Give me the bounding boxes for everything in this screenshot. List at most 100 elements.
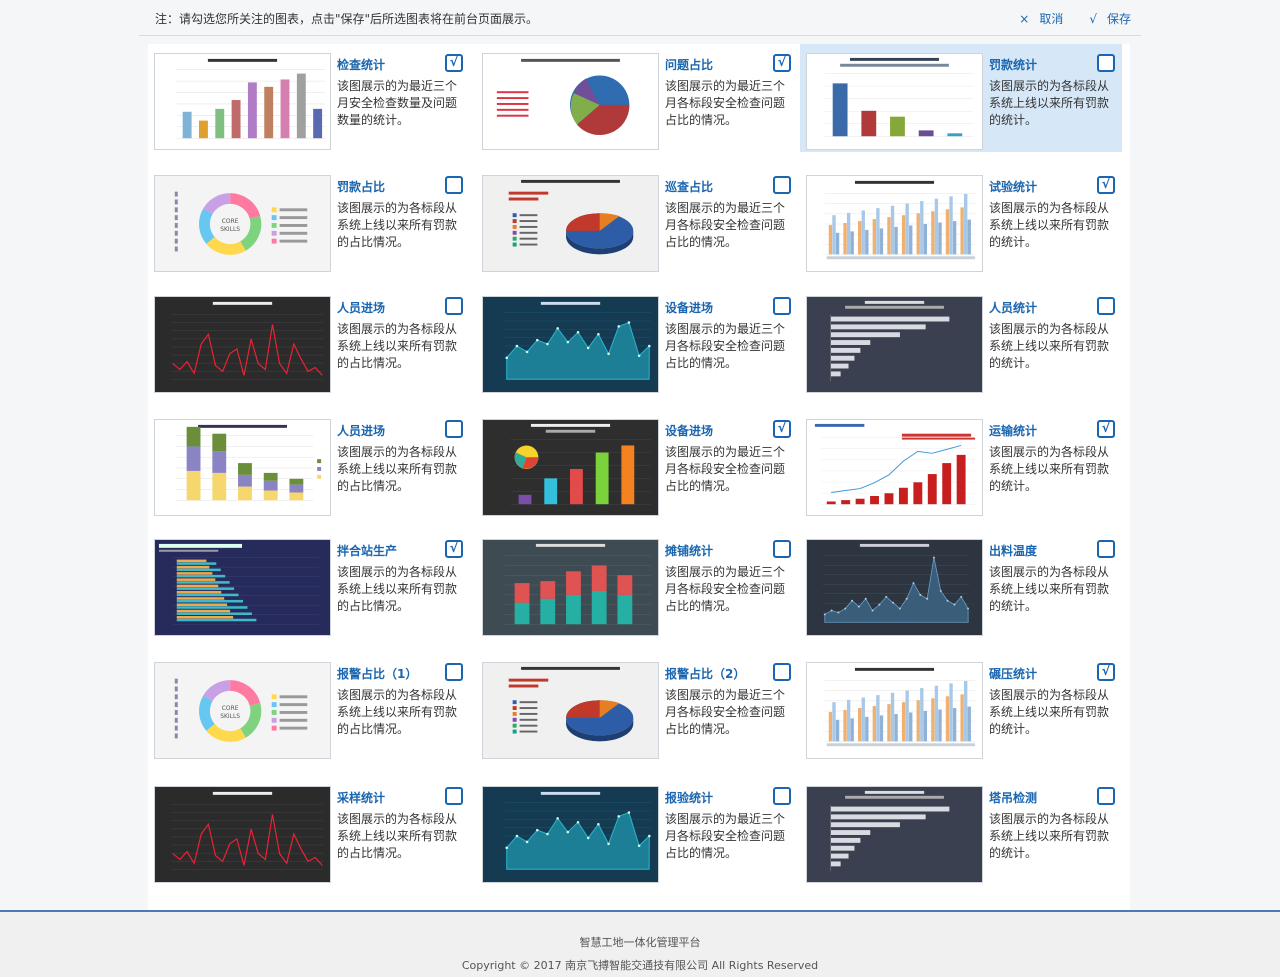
chart-card[interactable]: 检查统计 该图展示的为最近三个月安全检查数量及问题数量的统计。 √ <box>148 44 470 152</box>
chart-card[interactable]: 碾压统计 该图展示的为各标段从系统上线以来所有罚款的统计。 √ <box>800 653 1122 761</box>
chart-thumbnail-graphic <box>483 420 658 515</box>
chart-select-checkbox[interactable]: √ <box>445 54 463 72</box>
chart-card[interactable]: CORE SKILLS 罚款占比 该图展示的为各标段从系统上线以来所有罚款的占比情况。 <box>148 166 470 274</box>
chart-thumbnail-graphic <box>483 787 658 882</box>
chart-thumbnail[interactable]: CORE SKILLS <box>154 662 331 759</box>
svg-text:CORE: CORE <box>222 219 239 225</box>
chart-select-checkbox[interactable] <box>445 420 463 438</box>
chart-thumbnail[interactable] <box>482 53 659 150</box>
chart-thumbnail[interactable] <box>482 296 659 393</box>
chart-card[interactable]: 人员进场 该图展示的为各标段从系统上线以来所有罚款的占比情况。 <box>148 410 470 518</box>
chart-select-checkbox[interactable]: √ <box>445 540 463 558</box>
platform-name: 智慧工地一体化管理平台 <box>579 936 701 949</box>
chart-card-title[interactable]: 碾压统计 <box>989 665 1037 682</box>
cancel-button[interactable]: × 取消 <box>1019 10 1063 27</box>
check-icon: √ <box>1089 12 1097 26</box>
chart-select-checkbox[interactable] <box>773 297 791 315</box>
chart-card-title[interactable]: 摊铺统计 <box>665 542 713 559</box>
chart-select-checkbox[interactable] <box>773 540 791 558</box>
chart-card[interactable]: 运输统计 该图展示的为各标段从系统上线以来所有罚款的统计。 √ <box>800 410 1122 518</box>
chart-card[interactable]: 拌合站生产 该图展示的为各标段从系统上线以来所有罚款的占比情况。 √ <box>148 530 470 638</box>
chart-thumbnail[interactable] <box>806 419 983 516</box>
chart-thumbnail[interactable]: CORE SKILLS <box>154 175 331 272</box>
chart-card[interactable]: 报警占比（2） 该图展示的为最近三个月各标段安全检查问题占比的情况。 <box>476 653 798 761</box>
chart-select-checkbox[interactable] <box>773 787 791 805</box>
chart-card[interactable]: 设备进场 该图展示的为最近三个月各标段安全检查问题占比的情况。 √ <box>476 410 798 518</box>
chart-card[interactable]: 出料温度 该图展示的为各标段从系统上线以来所有罚款的统计。 <box>800 530 1122 638</box>
chart-select-checkbox[interactable]: √ <box>1097 663 1115 681</box>
chart-select-checkbox[interactable] <box>445 297 463 315</box>
chart-card-title[interactable]: 报验统计 <box>665 789 713 806</box>
chart-card-title[interactable]: 人员进场 <box>337 422 385 439</box>
chart-card-title[interactable]: 运输统计 <box>989 422 1037 439</box>
chart-select-checkbox[interactable] <box>1097 297 1115 315</box>
chart-card-title[interactable]: 塔吊检测 <box>989 789 1037 806</box>
chart-thumbnail[interactable] <box>482 786 659 883</box>
chart-card-title[interactable]: 设备进场 <box>665 299 713 316</box>
chart-thumbnail-graphic <box>483 297 658 392</box>
chart-card-title[interactable]: 罚款统计 <box>989 56 1037 73</box>
chart-card[interactable]: 人员统计 该图展示的为各标段从系统上线以来所有罚款的统计。 <box>800 287 1122 395</box>
chart-card-title[interactable]: 设备进场 <box>665 422 713 439</box>
chart-card-title[interactable]: 检查统计 <box>337 56 385 73</box>
chart-card-title[interactable]: 出料温度 <box>989 542 1037 559</box>
chart-card[interactable]: 报验统计 该图展示的为最近三个月各标段安全检查问题占比的情况。 <box>476 777 798 885</box>
chart-select-checkbox[interactable] <box>1097 787 1115 805</box>
chart-select-checkbox[interactable] <box>445 663 463 681</box>
chart-card[interactable]: 设备进场 该图展示的为最近三个月各标段安全检查问题占比的情况。 <box>476 287 798 395</box>
chart-card[interactable]: 人员进场 该图展示的为各标段从系统上线以来所有罚款的占比情况。 <box>148 287 470 395</box>
chart-thumbnail[interactable] <box>806 786 983 883</box>
chart-card-title[interactable]: 罚款占比 <box>337 178 385 195</box>
chart-select-checkbox[interactable] <box>445 787 463 805</box>
chart-select-checkbox[interactable] <box>1097 54 1115 72</box>
chart-thumbnail[interactable] <box>482 539 659 636</box>
checkmark-icon: √ <box>1101 664 1111 679</box>
chart-card[interactable]: 采样统计 该图展示的为各标段从系统上线以来所有罚款的占比情况。 <box>148 777 470 885</box>
chart-thumbnail[interactable] <box>806 296 983 393</box>
chart-card[interactable]: 摊铺统计 该图展示的为最近三个月各标段安全检查问题占比的情况。 <box>476 530 798 638</box>
chart-card-title[interactable]: 巡查占比 <box>665 178 713 195</box>
chart-select-checkbox[interactable] <box>1097 540 1115 558</box>
save-label: 保存 <box>1106 12 1131 26</box>
chart-select-checkbox[interactable]: √ <box>1097 176 1115 194</box>
chart-card-title[interactable]: 拌合站生产 <box>337 542 397 559</box>
chart-card-title[interactable]: 报警占比（1） <box>337 665 417 682</box>
chart-thumbnail[interactable] <box>806 175 983 272</box>
chart-select-checkbox[interactable] <box>773 176 791 194</box>
chart-select-checkbox[interactable] <box>773 663 791 681</box>
chart-card-title[interactable]: 采样统计 <box>337 789 385 806</box>
checkmark-icon: √ <box>777 421 787 436</box>
chart-card[interactable]: 试验统计 该图展示的为各标段从系统上线以来所有罚款的统计。 √ <box>800 166 1122 274</box>
chart-select-checkbox[interactable] <box>445 176 463 194</box>
chart-select-checkbox[interactable]: √ <box>773 420 791 438</box>
chart-card-title[interactable]: 人员进场 <box>337 299 385 316</box>
chart-card-title[interactable]: 问题占比 <box>665 56 713 73</box>
chart-select-checkbox[interactable]: √ <box>1097 420 1115 438</box>
chart-card[interactable]: 罚款统计 该图展示的为各标段从系统上线以来所有罚款的统计。 <box>800 44 1122 152</box>
chart-thumbnail[interactable] <box>806 662 983 759</box>
chart-thumbnail[interactable] <box>154 53 331 150</box>
close-icon: × <box>1019 12 1030 26</box>
chart-thumbnail[interactable] <box>806 53 983 150</box>
chart-thumbnail[interactable] <box>154 539 331 636</box>
chart-card[interactable]: 问题占比 该图展示的为最近三个月各标段安全检查问题占比的情况。 √ <box>476 44 798 152</box>
chart-thumbnail[interactable] <box>482 419 659 516</box>
footer: 智慧工地一体化管理平台 Copyright © 2017 南京飞搏智能交通技有限… <box>0 910 1280 977</box>
chart-thumbnail[interactable] <box>482 662 659 759</box>
chart-thumbnail[interactable] <box>154 786 331 883</box>
chart-card[interactable]: CORE SKILLS 报警占比（1） 该图展示的为各标段从系统上线以来所有罚款的占比… <box>148 653 470 761</box>
chart-card-title[interactable]: 人员统计 <box>989 299 1037 316</box>
chart-card[interactable]: 巡查占比 该图展示的为最近三个月各标段安全检查问题占比的情况。 <box>476 166 798 274</box>
chart-card-description: 该图展示的为各标段从系统上线以来所有罚款的统计。 <box>989 812 1110 860</box>
chart-thumbnail[interactable] <box>154 296 331 393</box>
chart-card[interactable]: 塔吊检测该图展示的为各标段从系统上线以来所有罚款的统计。 <box>800 777 1122 885</box>
chart-card-title[interactable]: 试验统计 <box>989 178 1037 195</box>
chart-card-title[interactable]: 报警占比（2） <box>665 665 745 682</box>
chart-thumbnail-graphic <box>807 54 982 149</box>
chart-thumbnail-graphic <box>807 787 982 882</box>
save-button[interactable]: √ 保存 <box>1089 10 1131 27</box>
chart-select-checkbox[interactable]: √ <box>773 54 791 72</box>
chart-thumbnail[interactable] <box>806 539 983 636</box>
chart-thumbnail[interactable] <box>482 175 659 272</box>
chart-thumbnail[interactable] <box>154 419 331 516</box>
